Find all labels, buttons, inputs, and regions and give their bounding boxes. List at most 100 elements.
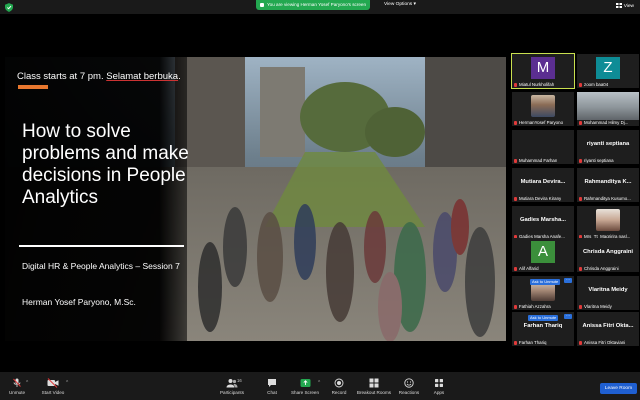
chat-icon bbox=[268, 379, 276, 387]
participant-name: Vlaritna Meidy bbox=[579, 304, 612, 309]
breakout-rooms-icon bbox=[369, 378, 379, 388]
share-screen-icon bbox=[300, 379, 310, 387]
avatar: M bbox=[531, 57, 555, 79]
participant-tile[interactable]: Ask to Unmute ··· Farhan Thariq Farhan T… bbox=[512, 312, 574, 346]
grid-icon bbox=[615, 3, 622, 9]
participant-name-text: Farhan Thariq bbox=[519, 340, 547, 345]
participant-name: Farhan Thariq bbox=[514, 340, 547, 345]
smiley-icon bbox=[404, 378, 414, 388]
start-video-label: Start Video bbox=[41, 390, 65, 395]
title-divider bbox=[19, 245, 184, 247]
participant-tile[interactable]: A Alif Alfarid bbox=[512, 238, 574, 272]
slide-subtitle: Digital HR & People Analytics – Session … bbox=[22, 261, 180, 271]
participant-tile[interactable]: Vlaritna Meidy Vlaritna Meidy bbox=[577, 276, 639, 310]
muted-mic-icon bbox=[514, 120, 517, 125]
muted-mic-icon bbox=[514, 82, 517, 87]
participants-label: Participants bbox=[219, 390, 244, 395]
apps-label: Apps bbox=[433, 390, 445, 395]
participant-name-text: Anissa Fitri Oktaviani bbox=[584, 340, 626, 345]
muted-mic-icon bbox=[579, 120, 582, 125]
participant-name-text: Rahmanditya Kusumo... bbox=[584, 196, 631, 201]
muted-mic-icon bbox=[579, 266, 582, 271]
participant-name-text: Muhammad Farhan bbox=[519, 158, 558, 163]
muted-mic-icon bbox=[579, 82, 582, 87]
participant-name: HermanYosef Paryono bbox=[514, 120, 563, 125]
view-button[interactable]: View bbox=[615, 3, 634, 10]
participant-name-text: Vlaritna Meidy bbox=[584, 304, 612, 309]
participant-name: zoom baa04 bbox=[579, 82, 608, 87]
muted-mic-icon bbox=[579, 340, 582, 345]
ask-to-unmute-button[interactable]: Ask to Unmute bbox=[530, 279, 561, 285]
slide-title: How to solve problems and make decisions… bbox=[22, 121, 189, 208]
participant-display-name: Anissa Fitri Okta... bbox=[582, 323, 634, 329]
chevron-up-icon[interactable]: ⌃ bbox=[25, 380, 29, 386]
class-note-greeting: Selamat berbuka bbox=[106, 71, 179, 82]
security-shield-icon[interactable] bbox=[5, 3, 13, 12]
participant-tile[interactable]: M Miatul Nurkholifah bbox=[511, 53, 575, 89]
class-start-note: Class starts at 7 pm. Selamat berbuka. bbox=[17, 71, 181, 82]
class-note-period: . bbox=[178, 71, 181, 82]
chevron-up-icon[interactable]: ⌃ bbox=[65, 380, 69, 386]
participant-tile[interactable]: Ask to Unmute ··· Fathiah Azzahra bbox=[512, 276, 574, 310]
more-options-icon[interactable]: ··· bbox=[564, 314, 572, 319]
ask-to-unmute-button[interactable]: Ask to Unmute bbox=[528, 315, 559, 321]
unmute-button[interactable]: Unmute ⌃ bbox=[0, 378, 37, 395]
participant-name: Fathiah Azzahra bbox=[514, 304, 551, 309]
avatar bbox=[531, 95, 555, 117]
view-options-button[interactable]: View Options ▾ bbox=[380, 1, 420, 9]
participant-display-name: riyanti septiana bbox=[586, 141, 630, 147]
muted-mic-icon bbox=[514, 196, 517, 201]
breakout-rooms-button[interactable]: Breakout Rooms bbox=[354, 378, 394, 395]
class-note-text: Class starts at 7 pm. bbox=[17, 71, 104, 82]
participant-name-text: Miatul Nurkholifah bbox=[519, 82, 555, 87]
leave-room-button[interactable]: Leave Room bbox=[600, 383, 637, 394]
participant-display-name: Chrisda Anggraini bbox=[582, 249, 634, 255]
shared-screen: Class starts at 7 pm. Selamat berbuka. H… bbox=[5, 57, 506, 341]
chat-label: Chat bbox=[267, 390, 277, 395]
participants-count: 16 bbox=[237, 378, 242, 383]
participant-tile[interactable]: Rahmanditya K... Rahmanditya Kusumo... bbox=[577, 168, 639, 202]
participant-name-text: Mutiara Devira Kirany bbox=[519, 196, 562, 201]
share-indicator-icon bbox=[260, 2, 264, 7]
chevron-down-icon: ▾ bbox=[413, 2, 416, 7]
presenter-name: Herman Yosef Paryono, M.Sc. bbox=[22, 297, 136, 307]
participant-tile[interactable]: Gadies Marsha... Gadies Marsha Anafe... bbox=[512, 206, 574, 240]
top-bar: You are viewing Herman Yosef Paryono's s… bbox=[0, 0, 640, 14]
participant-tile[interactable]: Anissa Fitri Okta... Anissa Fitri Oktavi… bbox=[577, 312, 639, 346]
participant-display-name: Rahmanditya K... bbox=[584, 179, 632, 185]
participant-tile[interactable]: Muhammad Farhan bbox=[512, 130, 574, 164]
participant-tile[interactable]: riyanti septiana riyanti septiana bbox=[577, 130, 639, 164]
more-options-icon[interactable]: ··· bbox=[564, 278, 572, 283]
view-label: View bbox=[623, 4, 634, 9]
participant-tile[interactable]: Mutiara Devira... Mutiara Devira Kirany bbox=[512, 168, 574, 202]
accent-bar bbox=[18, 85, 48, 89]
participant-name-text: zoom baa04 bbox=[584, 82, 609, 87]
apps-button[interactable]: Apps bbox=[419, 378, 459, 395]
participant-name-text: Alif Alfarid bbox=[519, 266, 539, 271]
muted-mic-icon bbox=[13, 378, 21, 387]
muted-mic-icon bbox=[579, 196, 582, 201]
record-label: Record bbox=[331, 390, 347, 395]
view-options-label: View Options bbox=[384, 2, 413, 7]
muted-mic-icon bbox=[514, 266, 517, 271]
participants-button[interactable]: Participants 16 bbox=[212, 378, 252, 395]
unmute-label: Unmute bbox=[8, 390, 26, 395]
record-button[interactable]: Record bbox=[319, 378, 359, 395]
muted-mic-icon bbox=[514, 158, 517, 163]
breakout-rooms-label: Breakout Rooms bbox=[356, 390, 392, 395]
participant-tile[interactable]: Mrs_Tt_Magririra nasl... bbox=[577, 206, 639, 240]
participant-tile[interactable]: Z zoom baa04 bbox=[577, 54, 639, 88]
participant-tile[interactable]: HermanYosef Paryono bbox=[512, 92, 574, 126]
participant-display-name: Gadies Marsha... bbox=[519, 217, 567, 223]
start-video-button[interactable]: Start Video ⌃ bbox=[33, 378, 73, 395]
reactions-label: Reactions bbox=[398, 390, 420, 395]
participant-name: Mohammad Hilmy Dj... bbox=[579, 120, 628, 125]
share-banner-text: You are viewing Herman Yosef Paryono's s… bbox=[267, 2, 367, 7]
participant-display-name: Vlaritna Meidy bbox=[588, 287, 628, 293]
participant-tile[interactable]: Chrisda Anggraini Chrisda Anggraini bbox=[577, 238, 639, 272]
screen-share-banner: You are viewing Herman Yosef Paryono's s… bbox=[256, 0, 371, 10]
record-icon bbox=[334, 378, 344, 388]
participant-tile[interactable]: Mohammad Hilmy Dj... bbox=[577, 92, 639, 126]
participant-name: Mutiara Devira Kirany bbox=[514, 196, 561, 201]
participant-name-text: Chrisda Anggraini bbox=[584, 266, 619, 271]
